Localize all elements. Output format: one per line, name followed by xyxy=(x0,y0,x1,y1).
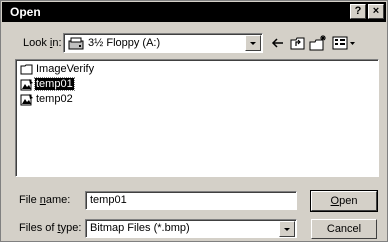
file-type-value: Bitmap Files (*.bmp) xyxy=(90,222,190,234)
file-name-label-post: ame: xyxy=(45,194,71,206)
view-menu-icon[interactable] xyxy=(331,34,357,52)
open-dialog: Open ? × Look in: 3½ Floppy (A:) ImageVe… xyxy=(0,0,388,242)
file-name-label: File name: xyxy=(19,194,70,206)
open-button-label: pen xyxy=(339,195,358,207)
floppy-drive-icon xyxy=(68,37,84,50)
look-in-label-post: n: xyxy=(52,37,62,49)
look-in-label-pre: Look xyxy=(23,37,50,49)
file-name: ImageVerify xyxy=(36,63,95,75)
back-arrow-icon[interactable] xyxy=(269,34,287,52)
folder-icon xyxy=(20,64,33,75)
file-name: temp01 xyxy=(34,77,75,91)
look-in-value: 3½ Floppy (A:) xyxy=(88,37,161,49)
dialog-title: Open xyxy=(10,5,41,19)
file-list[interactable]: ImageVerify temp01 temp02 xyxy=(15,59,379,177)
file-type-label-pre: Files of xyxy=(19,222,58,234)
file-type-combo[interactable]: Bitmap Files (*.bmp) xyxy=(85,219,297,238)
help-button[interactable]: ? xyxy=(350,4,366,19)
file-name-value: temp01 xyxy=(90,194,127,206)
file-name-input[interactable]: temp01 xyxy=(85,191,297,210)
file-type-label-post: ype: xyxy=(60,222,82,234)
new-folder-icon[interactable] xyxy=(309,34,327,52)
look-in-dropdown-button[interactable] xyxy=(245,35,261,51)
bitmap-file-icon xyxy=(20,94,33,106)
up-folder-icon[interactable] xyxy=(289,34,307,52)
look-in-combo[interactable]: 3½ Floppy (A:) xyxy=(63,33,263,53)
bitmap-file-icon xyxy=(20,79,33,91)
title-bar[interactable]: Open ? × xyxy=(2,2,386,22)
file-name: temp02 xyxy=(36,93,73,105)
open-button-accel: O xyxy=(330,195,340,207)
close-button[interactable]: × xyxy=(368,4,384,19)
file-type-label: Files of type: xyxy=(19,222,81,234)
file-name-label-pre: File xyxy=(19,194,40,206)
open-button[interactable]: Open xyxy=(310,190,378,212)
look-in-label: Look in: xyxy=(23,37,62,49)
file-type-dropdown-button[interactable] xyxy=(279,221,295,237)
cancel-button[interactable]: Cancel xyxy=(311,219,377,239)
